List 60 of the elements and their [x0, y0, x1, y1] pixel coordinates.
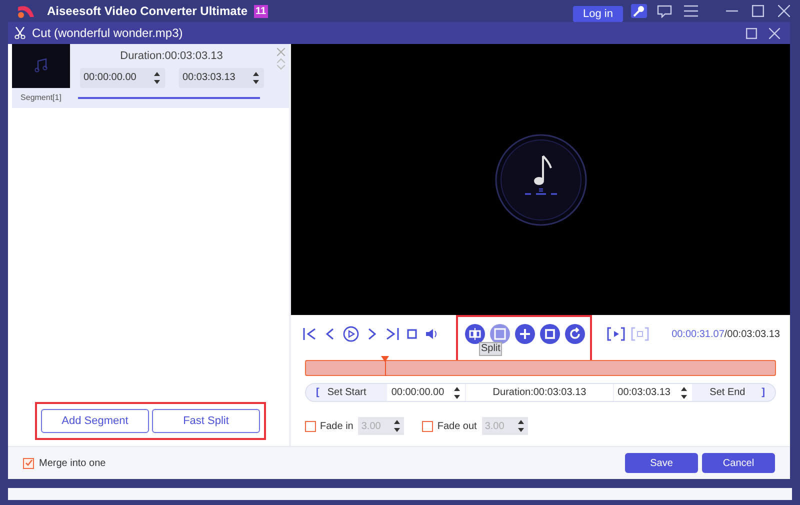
next-icon[interactable]: [367, 328, 377, 340]
key-icon[interactable]: [631, 4, 647, 18]
version-badge: 11: [254, 4, 268, 18]
fade-label: Fade in: [320, 420, 354, 434]
play-selection-icon[interactable]: [607, 327, 625, 341]
app-title: Aiseesoft Video Converter Ultimate: [47, 3, 248, 20]
set-end-button[interactable]: Set End: [710, 385, 762, 400]
end-time-field[interactable]: 00:03:03.13: [178, 68, 264, 88]
scissors-icon: [14, 27, 26, 39]
segment-action-button[interactable]: Add Segment: [41, 409, 149, 433]
tooltip: Split: [479, 342, 502, 356]
close-icon[interactable]: [778, 5, 790, 17]
maximize-icon[interactable]: [752, 5, 764, 17]
timeline-track[interactable]: [305, 356, 776, 376]
close-icon[interactable]: [769, 28, 780, 38]
dialog-button[interactable]: Save: [625, 453, 698, 473]
app-logo-icon: [16, 3, 36, 19]
playhead-handle[interactable]: [381, 356, 390, 362]
spinner-arrows-icon[interactable]: [516, 419, 525, 433]
segment-action-button[interactable]: Fast Split: [152, 409, 260, 433]
dialog-title: Cut (wonderful wonder.mp3): [32, 25, 183, 42]
total-time: /00:03:03.13: [724, 328, 780, 342]
segment-duration: Duration:00:03:03.13: [120, 49, 223, 64]
copy-tool-icon[interactable]: [540, 324, 560, 344]
fade-label: Fade out: [437, 420, 477, 434]
skip-end-icon[interactable]: [385, 328, 399, 340]
merge-checkbox[interactable]: [23, 458, 34, 468]
spinner-arrows-icon[interactable]: [152, 70, 160, 84]
split-tool-icon[interactable]: [465, 324, 485, 344]
segment-card[interactable]: Duration:00:03:03.13 00:00:00.00 00:03:03.13 Segment[1]: [12, 44, 289, 108]
maximize-icon[interactable]: [746, 28, 757, 38]
add-tool-icon[interactable]: [515, 324, 535, 344]
merge-label: Merge into one: [39, 456, 106, 470]
login-button[interactable]: Log in: [573, 6, 623, 22]
range-duration: Duration:00:03:03.13: [465, 384, 614, 401]
reset-tool-icon[interactable]: [565, 324, 585, 344]
playhead-line: [384, 361, 386, 376]
current-time: 00:00:31.07: [672, 328, 724, 342]
spinner-arrows-icon[interactable]: [393, 419, 402, 433]
stop-icon[interactable]: [407, 329, 417, 339]
fade-checkbox[interactable]: [305, 420, 316, 432]
set-start-button[interactable]: Set Start: [327, 385, 388, 400]
start-time-field[interactable]: 00:00:00.00: [80, 68, 164, 88]
start-time-field[interactable]: 00:00:00.00: [387, 384, 466, 401]
end-time-field[interactable]: 00:03:03.13: [614, 384, 692, 401]
dialog-button[interactable]: Cancel: [702, 453, 775, 473]
fade-checkbox[interactable]: [422, 420, 434, 432]
spinner-arrows-icon[interactable]: [680, 386, 688, 400]
audio-thumbnail: [12, 44, 70, 88]
previous-icon[interactable]: [325, 328, 335, 340]
chat-icon[interactable]: [657, 4, 672, 18]
play-icon[interactable]: [343, 326, 359, 342]
volume-icon[interactable]: [425, 328, 439, 340]
spinner-arrows-icon[interactable]: [252, 70, 260, 84]
skip-start-icon[interactable]: [303, 328, 317, 340]
bracket-mark: [: [316, 386, 320, 400]
spinner-arrows-icon[interactable]: [453, 386, 462, 400]
bracket-mark: ]: [762, 386, 765, 400]
menu-icon[interactable]: [684, 5, 698, 17]
segment-label: Segment[1]: [20, 92, 62, 104]
